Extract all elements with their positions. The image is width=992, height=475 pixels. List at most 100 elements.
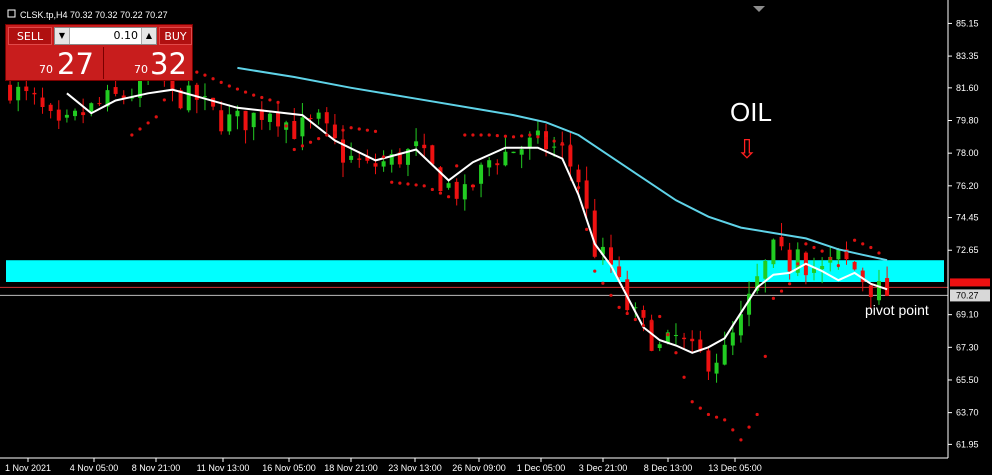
sar-dot (170, 81, 175, 85)
sar-dot (633, 317, 637, 322)
time-tick-label: 18 Nov 21:00 (324, 463, 378, 473)
price-tick-label: 83.35 (956, 51, 979, 61)
price-tick-label: 61.95 (956, 439, 979, 449)
price-tick-label: 85.15 (956, 18, 979, 28)
candle-body (852, 261, 857, 270)
candle-body (617, 266, 622, 278)
candle-body (422, 144, 427, 149)
candle-body (446, 183, 451, 188)
time-tick-label: 23 Nov 13:00 (388, 463, 442, 473)
price-tick-label: 69.10 (956, 310, 979, 320)
sell-button[interactable]: SELL (8, 27, 52, 45)
sar-dot (219, 80, 223, 84)
sar-dot (528, 133, 532, 137)
sar-dot (658, 314, 662, 319)
sar-dot (308, 140, 313, 144)
time-tick-label: 11 Nov 13:00 (197, 463, 250, 473)
sar-dot (731, 428, 735, 432)
sar-dot (414, 183, 418, 187)
current-price-label: 70.27 (956, 290, 979, 300)
ask-prefix: 70 (134, 63, 148, 76)
candle-body (519, 149, 524, 155)
scroll-marker-icon[interactable] (753, 6, 765, 12)
candle-body (56, 109, 61, 121)
price-tick-label: 81.60 (956, 83, 979, 93)
candle-body (267, 113, 272, 122)
sar-dot (479, 133, 483, 137)
time-tick-label: 8 Nov 21:00 (132, 463, 181, 473)
sar-dot (804, 242, 808, 246)
sar-dot (788, 282, 792, 286)
sar-dot (446, 195, 451, 199)
ma-slow-line (237, 66, 888, 262)
sar-dot (877, 251, 881, 255)
sar-dot (836, 264, 840, 268)
candle-body (186, 85, 191, 111)
time-tick-label: 4 Nov 05:00 (70, 463, 119, 473)
candle-body (868, 285, 873, 297)
candle-body (779, 236, 784, 247)
candle-body (673, 335, 678, 337)
candle-body (414, 141, 419, 147)
sar-dot (641, 323, 646, 328)
candle-body (690, 338, 695, 342)
candle-body (243, 110, 248, 131)
candle-body (64, 114, 69, 118)
candle-body (8, 84, 13, 101)
lot-value[interactable]: 0.10 (114, 28, 139, 44)
price-tick-label: 65.50 (956, 375, 979, 385)
candle-body (876, 281, 881, 301)
sar-dot (373, 129, 378, 133)
sar-dot (455, 164, 459, 168)
sar-dot (771, 296, 776, 300)
sar-dot (828, 256, 832, 261)
pivot-point-label: pivot point (865, 302, 929, 318)
candle-body (576, 169, 581, 183)
sar-dot (284, 124, 288, 128)
sar-dot (471, 133, 475, 137)
sar-dot (365, 128, 369, 132)
candle-body (357, 158, 362, 160)
candle-body (430, 145, 435, 165)
sar-dot (682, 375, 686, 379)
sar-dot (861, 242, 865, 246)
sar-dot (714, 415, 719, 419)
sar-dot (560, 141, 564, 146)
buy-button[interactable]: BUY (159, 27, 192, 45)
sar-dot (779, 289, 784, 293)
sar-dot (649, 319, 654, 323)
sar-dot (690, 400, 694, 404)
ask-price[interactable]: 70 32 (103, 47, 193, 81)
lot-decrease-icon[interactable]: ▼ (55, 28, 70, 44)
sar-dot (211, 77, 215, 81)
candle-body (462, 184, 467, 200)
pivot-price-box (950, 278, 990, 287)
sar-dot (276, 100, 280, 104)
time-tick-label: 3 Dec 21:00 (579, 463, 628, 473)
candle-body (552, 146, 557, 148)
lot-increase-icon[interactable]: ▲ (141, 28, 156, 44)
ask-big: 32 (150, 47, 187, 81)
candle-body (300, 117, 305, 137)
sar-dot (698, 406, 702, 410)
bid-price[interactable]: 70 27 (8, 47, 102, 81)
candle-body (373, 163, 378, 167)
sar-dot (520, 134, 524, 138)
time-tick-label: 1 Nov 2021 (5, 463, 51, 473)
sar-dot (853, 238, 857, 242)
oil-label: OIL (730, 97, 772, 127)
price-tick-label: 67.30 (956, 342, 979, 352)
price-tick-label: 76.20 (956, 181, 979, 191)
time-tick-label: 16 Nov 05:00 (262, 463, 316, 473)
candle-body (48, 104, 53, 111)
candle-body (487, 160, 492, 168)
sar-dot (463, 133, 467, 137)
sar-dot (723, 418, 727, 422)
sar-dot (869, 245, 873, 250)
candle-body (40, 97, 45, 108)
lot-size-input[interactable]: ▼ 0.10 ▲ (54, 27, 157, 45)
sar-dot (552, 139, 556, 143)
candle-body (292, 120, 297, 139)
candle-body (738, 314, 743, 336)
candle-body (251, 112, 256, 128)
